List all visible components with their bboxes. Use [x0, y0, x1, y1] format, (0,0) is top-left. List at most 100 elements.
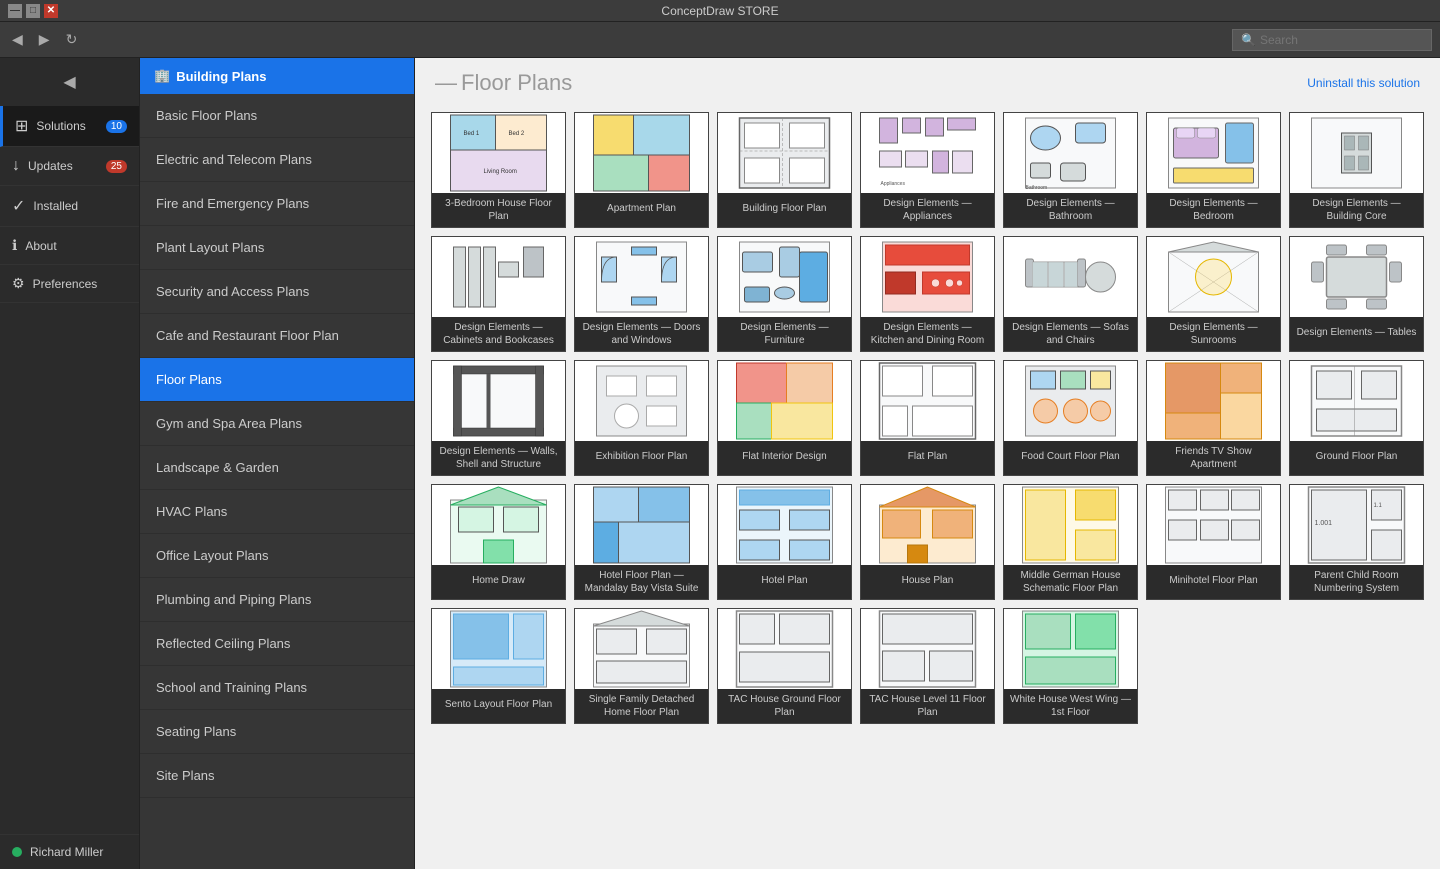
sidebar-item-solutions[interactable]: ⊞ Solutions 10: [0, 106, 139, 147]
grid-item-16[interactable]: Exhibition Floor Plan: [574, 360, 709, 476]
grid-item-label-10: Design Elements — Furniture: [718, 317, 851, 351]
content-area: —Floor Plans Uninstall this solution Bed…: [415, 58, 1440, 869]
grid-item-preview-19: [1004, 361, 1137, 441]
grid-item-preview-28: 1.0011.1: [1290, 485, 1423, 565]
grid-item-preview-9: [575, 237, 708, 317]
nav-item-gym[interactable]: Gym and Spa Area Plans: [140, 402, 414, 446]
sidebar-item-back[interactable]: ◀: [0, 58, 139, 106]
grid-item-17[interactable]: Flat Interior Design: [717, 360, 852, 476]
nav-item-plumbing[interactable]: Plumbing and Piping Plans: [140, 578, 414, 622]
sidebar-item-about[interactable]: ℹ About: [0, 227, 139, 265]
nav-panel: 🏢 Building Plans Basic Floor Plans Elect…: [140, 58, 415, 869]
toolbar: ◀ ▶ ↻ 🔍: [0, 22, 1440, 58]
nav-item-basic[interactable]: Basic Floor Plans: [140, 94, 414, 138]
nav-item-fire[interactable]: Fire and Emergency Plans: [140, 182, 414, 226]
nav-item-plant[interactable]: Plant Layout Plans: [140, 226, 414, 270]
nav-item-office[interactable]: Office Layout Plans: [140, 534, 414, 578]
grid-item-26[interactable]: Middle German House Schematic Floor Plan: [1003, 484, 1138, 600]
grid-item-7[interactable]: Design Elements — Building Core: [1289, 112, 1424, 228]
close-button[interactable]: ✕: [44, 4, 58, 18]
grid-item-15[interactable]: Design Elements — Walls, Shell and Struc…: [431, 360, 566, 476]
grid-item-label-9: Design Elements — Doors and Windows: [575, 317, 708, 351]
grid-item-27[interactable]: Minihotel Floor Plan: [1146, 484, 1281, 600]
grid-item-preview-17: [718, 361, 851, 441]
grid-item-31[interactable]: TAC House Ground Floor Plan: [717, 608, 852, 724]
grid-item-label-28: Parent Child Room Numbering System: [1290, 565, 1423, 599]
grid-item-label-26: Middle German House Schematic Floor Plan: [1004, 565, 1137, 599]
grid-item-33[interactable]: White House West Wing — 1st Floor: [1003, 608, 1138, 724]
nav-item-security[interactable]: Security and Access Plans: [140, 270, 414, 314]
grid-item-24[interactable]: Hotel Plan: [717, 484, 852, 600]
grid-item-13[interactable]: Design Elements — Sunrooms: [1146, 236, 1281, 352]
grid-item-preview-10: [718, 237, 851, 317]
grid-item-4[interactable]: AppliancesDesign Elements — Appliances: [860, 112, 995, 228]
svg-text:Appliances: Appliances: [881, 181, 906, 187]
grid-item-19[interactable]: Food Court Floor Plan: [1003, 360, 1138, 476]
refresh-button[interactable]: ↻: [62, 27, 82, 52]
nav-item-electric[interactable]: Electric and Telecom Plans: [140, 138, 414, 182]
sidebar-item-installed[interactable]: ✓ Installed: [0, 186, 139, 227]
grid-item-11[interactable]: Design Elements — Kitchen and Dining Roo…: [860, 236, 995, 352]
grid-item-label-7: Design Elements — Building Core: [1290, 193, 1423, 227]
grid-item-1[interactable]: Bed 1Bed 2Living Room3-Bedroom House Flo…: [431, 112, 566, 228]
nav-item-seating[interactable]: Seating Plans: [140, 710, 414, 754]
grid-item-preview-1: Bed 1Bed 2Living Room: [432, 113, 565, 193]
grid-item-25[interactable]: House Plan: [860, 484, 995, 600]
nav-item-reflected[interactable]: Reflected Ceiling Plans: [140, 622, 414, 666]
grid-item-32[interactable]: TAC House Level 11 Floor Plan: [860, 608, 995, 724]
grid-item-label-22: Home Draw: [432, 565, 565, 595]
forward-button[interactable]: ▶: [35, 27, 54, 52]
sidebar-item-updates[interactable]: ↓ Updates 25: [0, 147, 139, 186]
nav-item-site[interactable]: Site Plans: [140, 754, 414, 798]
grid-item-label-31: TAC House Ground Floor Plan: [718, 689, 851, 723]
grid-item-9[interactable]: Design Elements — Doors and Windows: [574, 236, 709, 352]
uninstall-link[interactable]: Uninstall this solution: [1307, 76, 1420, 90]
grid-item-14[interactable]: Design Elements — Tables: [1289, 236, 1424, 352]
grid-item-label-11: Design Elements — Kitchen and Dining Roo…: [861, 317, 994, 351]
back-button[interactable]: ◀: [8, 27, 27, 52]
nav-item-school[interactable]: School and Training Plans: [140, 666, 414, 710]
sidebar-about-label: About: [25, 239, 56, 253]
grid-item-10[interactable]: Design Elements — Furniture: [717, 236, 852, 352]
grid-item-3[interactable]: Building Floor Plan: [717, 112, 852, 228]
grid-item-12[interactable]: Design Elements — Sofas and Chairs: [1003, 236, 1138, 352]
nav-item-landscape[interactable]: Landscape & Garden: [140, 446, 414, 490]
grid-item-label-30: Single Family Detached Home Floor Plan: [575, 689, 708, 723]
svg-text:Bed 2: Bed 2: [509, 131, 525, 137]
app-title: ConceptDraw STORE: [68, 4, 1372, 18]
grid-item-30[interactable]: Single Family Detached Home Floor Plan: [574, 608, 709, 724]
nav-item-floor[interactable]: Floor Plans: [140, 358, 414, 402]
grid-item-29[interactable]: Sento Layout Floor Plan: [431, 608, 566, 724]
grid-item-8[interactable]: Design Elements — Cabinets and Bookcases: [431, 236, 566, 352]
grid-item-23[interactable]: Hotel Floor Plan — Mandalay Bay Vista Su…: [574, 484, 709, 600]
updates-badge: 25: [106, 160, 127, 173]
minimize-button[interactable]: —: [8, 4, 22, 18]
maximize-button[interactable]: □: [26, 4, 40, 18]
grid-item-28[interactable]: 1.0011.1Parent Child Room Numbering Syst…: [1289, 484, 1424, 600]
search-box[interactable]: 🔍: [1232, 29, 1432, 51]
grid-item-label-18: Flat Plan: [861, 441, 994, 471]
grid-item-21[interactable]: Ground Floor Plan: [1289, 360, 1424, 476]
user-area: Richard Miller: [0, 834, 139, 869]
content-header: —Floor Plans Uninstall this solution: [415, 58, 1440, 102]
grid-item-preview-13: [1147, 237, 1280, 317]
search-input[interactable]: [1260, 33, 1420, 47]
svg-text:1.1: 1.1: [1374, 503, 1383, 509]
solutions-badge: 10: [106, 120, 127, 133]
grid-item-preview-26: [1004, 485, 1137, 565]
sidebar-item-preferences[interactable]: ⚙ Preferences: [0, 265, 139, 303]
grid-item-22[interactable]: Home Draw: [431, 484, 566, 600]
grid-item-18[interactable]: Flat Plan: [860, 360, 995, 476]
sidebar-preferences-label: Preferences: [33, 277, 98, 291]
grid-item-2[interactable]: Apartment Plan: [574, 112, 709, 228]
grid-item-label-21: Ground Floor Plan: [1290, 441, 1423, 471]
nav-item-cafe[interactable]: Cafe and Restaurant Floor Plan: [140, 314, 414, 358]
title-dash: —: [435, 70, 457, 95]
grid-item-20[interactable]: Friends TV Show Apartment: [1146, 360, 1281, 476]
grid-item-label-16: Exhibition Floor Plan: [575, 441, 708, 471]
nav-item-hvac[interactable]: HVAC Plans: [140, 490, 414, 534]
grid-item-5[interactable]: BathroomDesign Elements — Bathroom: [1003, 112, 1138, 228]
grid-item-6[interactable]: Design Elements — Bedroom: [1146, 112, 1281, 228]
sidebar-solutions-label: Solutions: [36, 119, 85, 133]
grid-item-preview-20: [1147, 361, 1280, 441]
